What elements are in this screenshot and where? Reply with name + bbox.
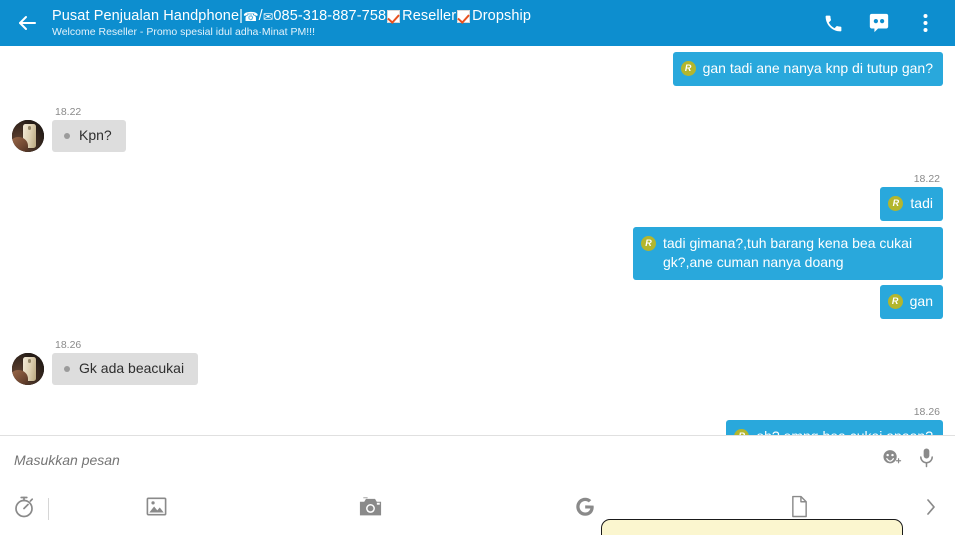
contact-name: Pusat Penjualan Handphone| ☎ / ✉ 085-318…: [52, 8, 813, 25]
message-text: tadi: [910, 195, 933, 211]
dropship-label: Dropship: [472, 7, 531, 24]
message-text: oh?,emng bea cukai apaan?: [756, 427, 933, 435]
timer-icon: [12, 495, 36, 524]
reseller-badge-icon: R: [734, 429, 750, 435]
message-row: R gan: [12, 285, 943, 319]
emoji-add-icon: [882, 448, 903, 472]
message-block: 18.22 R tadi: [880, 173, 943, 221]
outgoing-message-bubble[interactable]: R tadi gimana?,tuh barang kena bea cukai…: [633, 227, 943, 280]
back-button[interactable]: [8, 4, 46, 42]
toolbar-item-expand[interactable]: [907, 483, 955, 535]
video-message-button[interactable]: [859, 3, 899, 43]
message-row: 18.22 Kpn?: [12, 106, 943, 152]
check-box-emoji-icon-1: [387, 9, 401, 23]
avatar-hand-object: [12, 137, 28, 152]
call-button[interactable]: [813, 3, 853, 43]
message-timestamp: 18.22: [913, 173, 940, 185]
toolbar-item-gallery[interactable]: [49, 483, 264, 535]
message-block: 18.22 Kpn?: [52, 106, 126, 152]
message-block: R tadi gimana?,tuh barang kena bea cukai…: [633, 227, 943, 280]
contact-avatar[interactable]: [12, 353, 44, 385]
status-dot-icon: [64, 366, 70, 372]
overflow-menu-button[interactable]: [905, 3, 945, 43]
gallery-icon: [145, 495, 168, 523]
message-timestamp: 18.26: [55, 339, 82, 351]
google-icon: [574, 496, 596, 523]
video-message-icon: [868, 12, 890, 34]
message-composer: [0, 435, 955, 483]
avatar-hand-object: [12, 370, 28, 385]
outgoing-message-bubble[interactable]: R gan tadi ane nanya knp di tutup gan?: [672, 52, 943, 86]
phone-number-text: 085-318-887-758: [273, 7, 387, 24]
call-icon: [823, 13, 844, 34]
status-dot-icon: [64, 133, 70, 139]
microphone-button[interactable]: [909, 443, 943, 477]
envelope-emoji-icon: ✉: [262, 8, 274, 24]
message-block: R gan tadi ane nanya knp di tutup gan?: [672, 52, 943, 86]
overflow-menu-icon: [923, 13, 928, 33]
header-actions: [813, 3, 945, 43]
message-block: 18.26 Gk ada beacukai: [52, 339, 199, 385]
message-row: R tadi gimana?,tuh barang kena bea cukai…: [12, 227, 943, 280]
reseller-badge-icon: R: [887, 294, 903, 309]
emoji-button[interactable]: [875, 443, 909, 477]
incoming-message-bubble[interactable]: Kpn?: [52, 120, 126, 152]
chat-app-window: Pusat Penjualan Handphone| ☎ / ✉ 085-318…: [0, 0, 955, 535]
message-text: Gk ada beacukai: [79, 360, 185, 376]
message-row: 18.26 R oh?,emng bea cukai apaan?: [12, 406, 943, 435]
camera-icon: [358, 496, 383, 523]
message-block: 18.26 R oh?,emng bea cukai apaan?: [726, 406, 943, 435]
message-row: 18.26 Gk ada beacukai: [12, 339, 943, 385]
reseller-badge-icon: R: [888, 196, 904, 211]
message-input[interactable]: [14, 451, 875, 468]
outgoing-message-bubble[interactable]: R gan: [879, 285, 943, 319]
outgoing-message-bubble[interactable]: R oh?,emng bea cukai apaan?: [726, 420, 943, 435]
message-row: R gan tadi ane nanya knp di tutup gan?: [12, 52, 943, 86]
message-row: 18.22 R tadi: [12, 173, 943, 221]
check-box-emoji-icon-2: [457, 9, 471, 23]
incoming-message-bubble[interactable]: Gk ada beacukai: [52, 353, 199, 385]
reseller-label: Reseller: [402, 7, 457, 24]
message-text: gan tadi ane nanya knp di tutup gan?: [702, 60, 933, 76]
telephone-emoji-icon: ☎: [243, 8, 259, 24]
message-timestamp: 18.22: [55, 106, 82, 118]
message-block: R gan: [879, 285, 943, 319]
contact-status-subtitle: Welcome Reseller - Promo spesial idul ad…: [52, 25, 315, 38]
reseller-badge-icon: R: [680, 61, 696, 76]
reseller-badge-icon: R: [641, 236, 656, 251]
microphone-icon: [917, 447, 936, 473]
app-header: Pusat Penjualan Handphone| ☎ / ✉ 085-318…: [0, 0, 955, 46]
message-text: gan: [909, 293, 933, 309]
tooltip-popup[interactable]: [601, 519, 903, 535]
back-arrow-icon: [15, 11, 39, 35]
toolbar-item-timer[interactable]: [0, 483, 48, 535]
header-title-block[interactable]: Pusat Penjualan Handphone| ☎ / ✉ 085-318…: [46, 8, 813, 39]
contact-avatar[interactable]: [12, 120, 44, 152]
incoming-message-wrapper: 18.22 Kpn?: [12, 106, 126, 152]
incoming-message-wrapper: 18.26 Gk ada beacukai: [12, 339, 199, 385]
title-segment-1: Pusat Penjualan Handphone|: [52, 7, 243, 24]
message-list[interactable]: R gan tadi ane nanya knp di tutup gan? 1…: [0, 46, 955, 435]
expand-icon: [923, 496, 939, 523]
message-timestamp: 18.26: [913, 406, 940, 418]
toolbar-item-camera[interactable]: [264, 483, 479, 535]
message-text: tadi gimana?,tuh barang kena bea cukai g…: [663, 235, 913, 270]
outgoing-message-bubble[interactable]: R tadi: [880, 187, 943, 221]
message-text: Kpn?: [79, 127, 112, 143]
